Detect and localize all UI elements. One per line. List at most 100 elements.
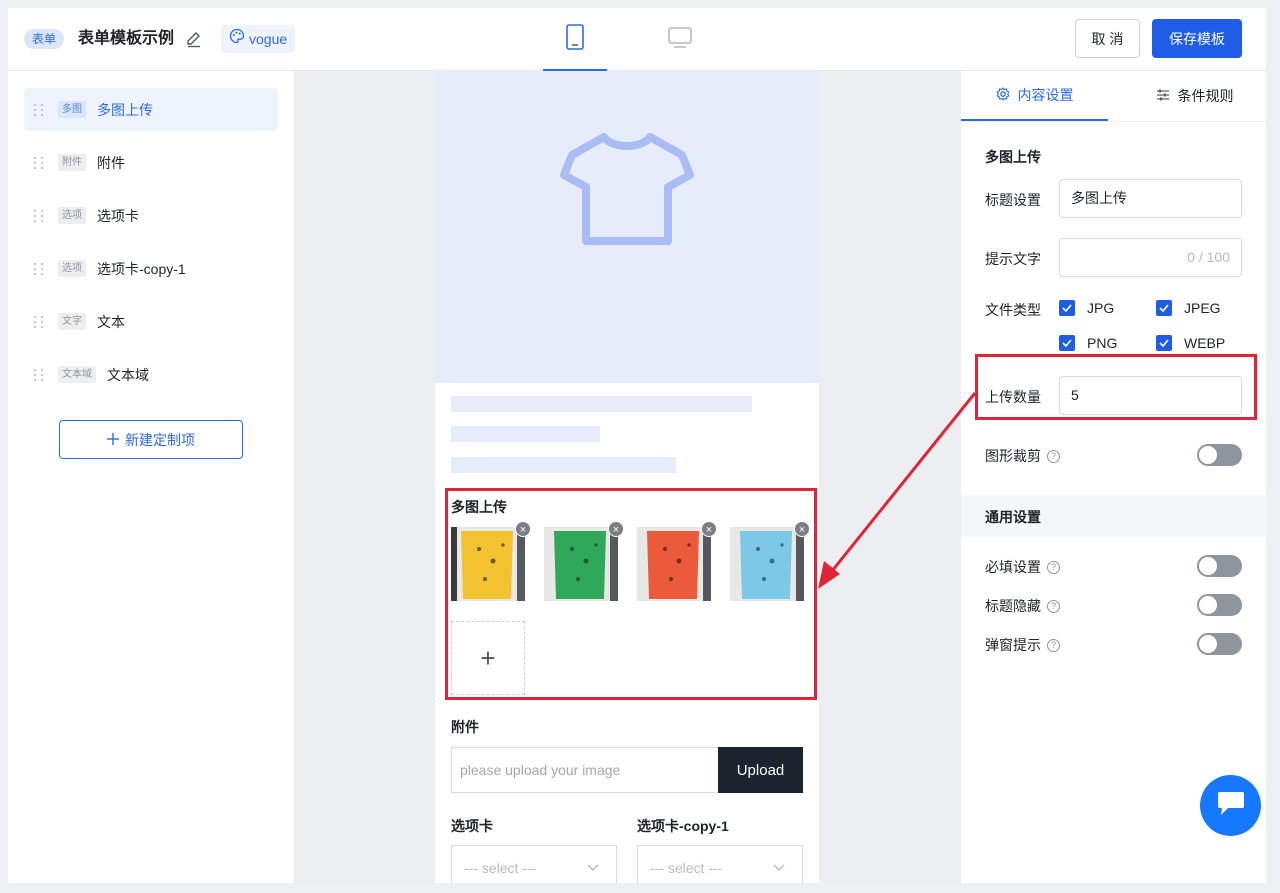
char-counter: 0 / 100	[1187, 249, 1230, 265]
upload-input[interactable]: please upload your image	[451, 747, 719, 793]
chat-support-button[interactable]	[1200, 775, 1261, 836]
mobile-icon	[566, 24, 584, 53]
drag-handle-icon[interactable]	[34, 102, 44, 118]
component-type-tag: 文字	[58, 313, 86, 330]
help-icon[interactable]: ?	[1047, 638, 1060, 652]
sidebar-item-label: 选项卡-copy-1	[97, 260, 186, 277]
title-setting-label: 标题设置	[985, 192, 1041, 208]
tshirt-icon	[560, 131, 694, 250]
sidebar-item-label: 选项卡	[97, 207, 139, 224]
tabs-copy-select[interactable]: --- select ---	[637, 845, 803, 883]
drag-handle-icon[interactable]	[34, 155, 44, 171]
tab-content-settings[interactable]: 内容设置	[961, 71, 1108, 121]
hide-title-label-text: 标题隐藏	[985, 598, 1041, 614]
component-list-panel: 多图 多图上传 附件 附件 选项 选项卡 选项 选项卡-copy-1 文字 文本…	[8, 71, 294, 883]
mobile-view-tab[interactable]	[543, 8, 607, 71]
popup-hint-setting-label: 弹窗提示 ?	[985, 635, 1060, 655]
new-custom-item-label: 新建定制项	[125, 431, 195, 448]
edit-title-icon[interactable]	[184, 29, 204, 49]
gear-icon	[995, 86, 1010, 104]
chat-bubble-icon	[1216, 791, 1246, 820]
title-setting-input[interactable]: 多图上传	[1059, 179, 1242, 218]
general-settings-header: 通用设置	[961, 495, 1266, 537]
crop-label-text: 图形裁剪	[985, 448, 1041, 464]
required-setting-label: 必填设置 ?	[985, 557, 1060, 577]
desktop-icon	[668, 27, 692, 52]
required-toggle[interactable]	[1197, 555, 1242, 577]
cancel-button[interactable]: 取 消	[1075, 19, 1140, 58]
app-frame: 表单 表单模板示例 vogue 取 消 保存模板 多图 多图上传 附件 附件 选…	[8, 8, 1266, 883]
annotation-highlight-count	[975, 354, 1257, 420]
upload-button[interactable]: Upload	[718, 747, 803, 793]
component-type-tag: 选项	[58, 207, 86, 224]
hint-text-label: 提示文字	[985, 251, 1041, 267]
sidebar-item-tabs[interactable]: 选项 选项卡	[24, 194, 278, 237]
component-type-tag: 多图	[58, 101, 86, 118]
sidebar-item-textarea[interactable]: 文本域 文本域	[24, 353, 278, 396]
tab-label: 条件规则	[1177, 88, 1234, 104]
settings-panel: 内容设置 条件规则 多图上传 标题设置 多图上传 提示文字 0 / 100 文件…	[961, 71, 1266, 883]
skeleton-line	[451, 396, 752, 412]
desktop-view-tab[interactable]	[648, 8, 712, 71]
tabs-copy-title: 选项卡-copy-1	[637, 818, 729, 834]
component-type-tag: 附件	[58, 154, 86, 171]
tab-label: 内容设置	[1017, 87, 1074, 103]
popup-hint-toggle[interactable]	[1197, 633, 1242, 655]
top-bar: 表单 表单模板示例 vogue 取 消 保存模板	[8, 8, 1266, 71]
drag-handle-icon[interactable]	[34, 208, 44, 224]
mobile-preview: 多图上传 × × × × + 附件 please upload your ima…	[435, 71, 819, 883]
plus-icon	[107, 432, 119, 448]
form-type-tag: 表单	[24, 29, 65, 49]
filetype-checkbox-webp[interactable]: WEBP	[1156, 335, 1225, 351]
tab-condition-rules[interactable]: 条件规则	[1121, 71, 1268, 121]
filetype-checkbox-jpg[interactable]: JPG	[1059, 300, 1114, 316]
theme-button[interactable]: vogue	[221, 25, 296, 53]
theme-name: vogue	[249, 31, 288, 47]
tab-divider	[961, 121, 1266, 122]
check-icon	[1059, 300, 1075, 316]
sliders-icon	[1156, 88, 1170, 105]
drag-handle-icon[interactable]	[34, 261, 44, 277]
file-type-label: 文件类型	[985, 302, 1041, 318]
help-icon[interactable]: ?	[1047, 449, 1060, 463]
check-icon	[1156, 335, 1172, 351]
filetype-checkbox-png[interactable]: PNG	[1059, 335, 1117, 351]
hide-title-setting-label: 标题隐藏 ?	[985, 596, 1060, 616]
page-title: 表单模板示例	[78, 30, 175, 47]
select-placeholder: --- select ---	[464, 860, 537, 876]
hint-text-input[interactable]: 0 / 100	[1059, 238, 1242, 277]
help-icon[interactable]: ?	[1047, 560, 1060, 574]
new-custom-item-button[interactable]: 新建定制项	[59, 420, 243, 459]
save-template-button[interactable]: 保存模板	[1152, 19, 1242, 58]
sidebar-item-text[interactable]: 文字 文本	[24, 300, 278, 343]
drag-handle-icon[interactable]	[34, 367, 44, 383]
annotation-highlight-preview	[445, 488, 817, 700]
filetype-checkbox-jpeg[interactable]: JPEG	[1156, 300, 1221, 316]
sidebar-item-label: 多图上传	[97, 101, 153, 118]
drag-handle-icon[interactable]	[34, 314, 44, 330]
sidebar-item-multi-image-upload[interactable]: 多图 多图上传	[24, 88, 278, 131]
chevron-down-icon	[772, 846, 786, 883]
attachment-title: 附件	[451, 719, 479, 735]
component-type-tag: 选项	[58, 260, 86, 277]
sidebar-item-label: 文本	[97, 313, 125, 330]
check-icon	[1156, 300, 1172, 316]
tabs-select[interactable]: --- select ---	[451, 845, 617, 883]
popup-label-text: 弹窗提示	[985, 637, 1041, 653]
crop-toggle[interactable]	[1197, 444, 1242, 466]
checkbox-label: PNG	[1087, 335, 1118, 351]
sidebar-item-attachment[interactable]: 附件 附件	[24, 141, 278, 184]
palette-icon	[229, 25, 245, 53]
sidebar-item-label: 文本域	[107, 366, 149, 383]
check-icon	[1059, 335, 1075, 351]
sidebar-item-label: 附件	[97, 154, 125, 171]
checkbox-label: WEBP	[1184, 335, 1226, 351]
chevron-down-icon	[586, 846, 600, 883]
hide-title-toggle[interactable]	[1197, 594, 1242, 616]
skeleton-line	[451, 426, 600, 442]
hero-banner	[435, 71, 819, 383]
skeleton-line	[451, 457, 676, 473]
sidebar-item-tabs-copy[interactable]: 选项 选项卡-copy-1	[24, 247, 278, 290]
help-icon[interactable]: ?	[1047, 599, 1060, 613]
checkbox-label: JPG	[1087, 300, 1115, 316]
